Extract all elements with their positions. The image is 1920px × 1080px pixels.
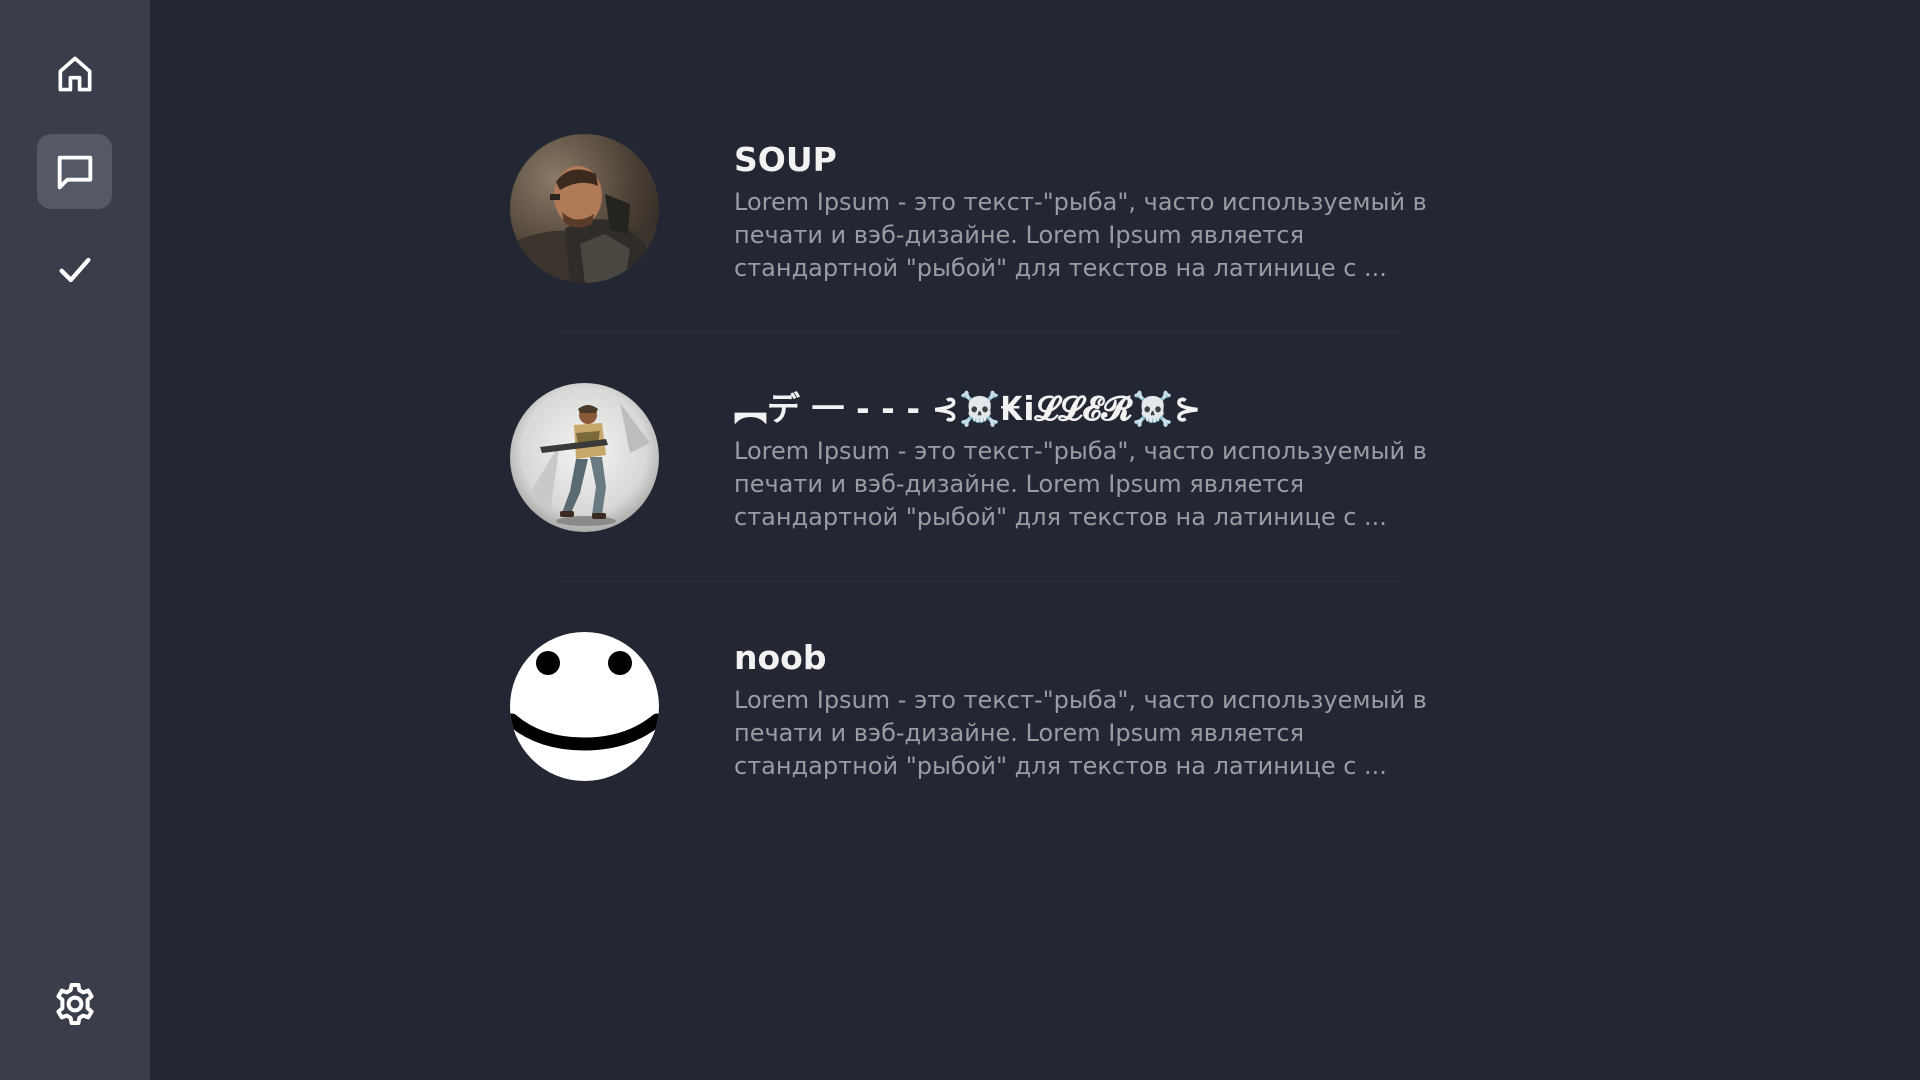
- preview-line: Lorem Ipsum - это текст-"рыба", часто ис…: [734, 686, 1427, 714]
- smiley-face-avatar: [510, 632, 659, 781]
- preview-line: стандартной "рыбой" для текстов на латин…: [734, 503, 1387, 531]
- preview-line: печати и вэб-дизайне. Lorem Ipsum являет…: [734, 719, 1305, 747]
- preview-line: печати и вэб-дизайне. Lorem Ipsum являет…: [734, 470, 1305, 498]
- chat-item[interactable]: noob Lorem Ipsum - это текст-"рыба", час…: [510, 632, 1427, 881]
- chat-name: noob: [734, 638, 827, 677]
- running-soldier-avatar: [510, 383, 659, 532]
- preview-line: Lorem Ipsum - это текст-"рыба", часто ис…: [734, 188, 1427, 216]
- chat-item[interactable]: SOUP Lorem Ipsum - это текст-"рыба", час…: [510, 134, 1427, 383]
- nav-chats-button[interactable]: [37, 134, 112, 209]
- sidebar: [0, 0, 150, 1080]
- preview-line: стандартной "рыбой" для текстов на латин…: [734, 752, 1387, 780]
- home-icon: [58, 56, 91, 91]
- nav-tasks-button[interactable]: [37, 232, 112, 307]
- chat-list: SOUP Lorem Ipsum - это текст-"рыба", час…: [510, 134, 1427, 881]
- soldier-portrait-avatar: [510, 134, 659, 283]
- chat-item[interactable]: ︻デ 一 - - - ⊰☠️₭i𝓛𝓛𝓔𝓡☠️⊱ Lorem Ipsum - эт…: [510, 383, 1427, 632]
- gear-icon: [55, 982, 94, 1025]
- divider: [555, 581, 1400, 582]
- preview-line: стандартной "рыбой" для текстов на латин…: [734, 254, 1387, 282]
- chat-name: SOUP: [734, 140, 837, 179]
- preview-line: Lorem Ipsum - это текст-"рыба", часто ис…: [734, 437, 1427, 465]
- nav-home-button[interactable]: [37, 36, 112, 111]
- settings-button[interactable]: [37, 966, 112, 1041]
- chat-preview: Lorem Ipsum - это текст-"рыба", часто ис…: [734, 186, 1427, 285]
- chat-preview: Lorem Ipsum - это текст-"рыба", часто ис…: [734, 435, 1427, 534]
- preview-line: печати и вэб-дизайне. Lorem Ipsum являет…: [734, 221, 1305, 249]
- chat-bubble-icon: [57, 155, 92, 189]
- checkmark-icon: [59, 257, 91, 282]
- divider: [555, 332, 1400, 333]
- chat-preview: Lorem Ipsum - это текст-"рыба", часто ис…: [734, 684, 1427, 783]
- chat-name: ︻デ 一 - - - ⊰☠️₭i𝓛𝓛𝓔𝓡☠️⊱: [734, 389, 1201, 428]
- app-window: SOUP Lorem Ipsum - это текст-"рыба", час…: [0, 0, 1920, 1080]
